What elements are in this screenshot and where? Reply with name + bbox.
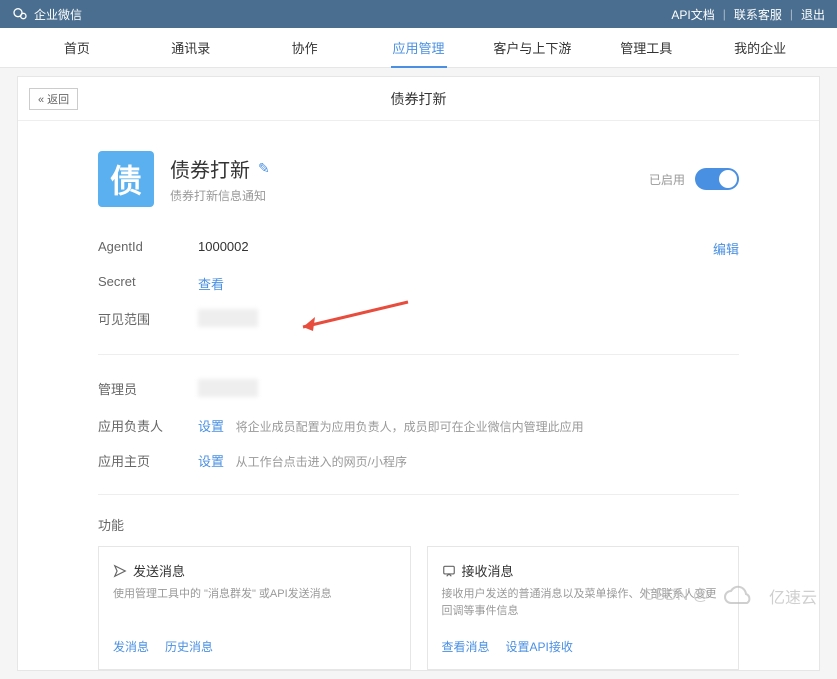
owner-label: 应用负责人 [98, 416, 198, 435]
chat-icon [442, 564, 456, 578]
nav-home[interactable]: 首页 [20, 28, 134, 68]
app-icon: 债 [98, 151, 154, 207]
brand-text: 企业微信 [34, 6, 82, 23]
action-history[interactable]: 历史消息 [165, 638, 213, 655]
app-name: 债券打新 [170, 154, 250, 183]
watermark: CSDN @ 亿速云 [643, 584, 817, 608]
secret-label: Secret [98, 274, 198, 289]
card-send-title: 发送消息 [133, 561, 185, 580]
agentid-value: 1000002 [198, 239, 713, 254]
divider [98, 494, 739, 495]
wechat-work-icon [12, 6, 28, 22]
main-nav: 首页 通讯录 协作 应用管理 客户与上下游 管理工具 我的企业 [0, 28, 837, 68]
card-recv-title: 接收消息 [462, 561, 514, 580]
func-title: 功能 [18, 515, 819, 534]
scope-value-redacted [198, 309, 258, 327]
view-secret-link[interactable]: 查看 [198, 277, 224, 292]
admin-label: 管理员 [98, 379, 198, 398]
link-logout[interactable]: 退出 [801, 6, 825, 23]
enable-toggle[interactable] [695, 168, 739, 190]
app-detail-panel: « 返回 债券打新 债 债券打新 ✎ 债券打新信息通知 已启用 AgentId … [17, 76, 820, 671]
action-send-message[interactable]: 发消息 [113, 638, 149, 655]
owner-set-link[interactable]: 设置 [198, 419, 224, 434]
card-receive-message: 接收消息 接收用户发送的普通消息以及菜单操作、外部联系人变更回调等事件信息 查看… [427, 546, 740, 670]
topbar-links: API文档 | 联系客服 | 退出 [671, 6, 825, 23]
nav-contacts[interactable]: 通讯录 [134, 28, 248, 68]
nav-tools[interactable]: 管理工具 [589, 28, 703, 68]
scope-label: 可见范围 [98, 309, 198, 328]
brand-area: 企业微信 [12, 6, 82, 23]
back-button[interactable]: « 返回 [29, 88, 78, 110]
nav-customer[interactable]: 客户与上下游 [475, 28, 589, 68]
admin-value-redacted [198, 379, 258, 397]
link-api-docs[interactable]: API文档 [671, 6, 714, 23]
card-send-desc: 使用管理工具中的 "消息群发" 或API发送消息 [113, 586, 396, 620]
home-set-link[interactable]: 设置 [198, 454, 224, 469]
nav-collab[interactable]: 协作 [248, 28, 362, 68]
action-set-api[interactable]: 设置API接收 [506, 638, 573, 655]
edit-link[interactable]: 编辑 [713, 239, 739, 258]
link-contact[interactable]: 联系客服 [734, 6, 782, 23]
owner-hint: 将企业成员配置为应用负责人，成员即可在企业微信内管理此应用 [236, 420, 584, 434]
agentid-label: AgentId [98, 239, 198, 254]
card-send-message: 发送消息 使用管理工具中的 "消息群发" 或API发送消息 发消息 历史消息 [98, 546, 411, 670]
nav-apps[interactable]: 应用管理 [362, 28, 476, 68]
edit-name-icon[interactable]: ✎ [258, 160, 270, 177]
send-icon [113, 564, 127, 578]
home-hint: 从工作台点击进入的网页/小程序 [236, 455, 407, 469]
page-title: 债券打新 [18, 89, 819, 109]
cloud-icon [723, 585, 755, 607]
home-label: 应用主页 [98, 451, 198, 470]
action-view-message[interactable]: 查看消息 [442, 638, 490, 655]
global-topbar: 企业微信 API文档 | 联系客服 | 退出 [0, 0, 837, 28]
app-desc: 债券打新信息通知 [170, 187, 649, 204]
watermark-yisu: 亿速云 [769, 584, 817, 608]
nav-company[interactable]: 我的企业 [703, 28, 817, 68]
enabled-label: 已启用 [649, 171, 685, 188]
divider [98, 354, 739, 355]
watermark-csdn: CSDN @ [643, 587, 709, 605]
